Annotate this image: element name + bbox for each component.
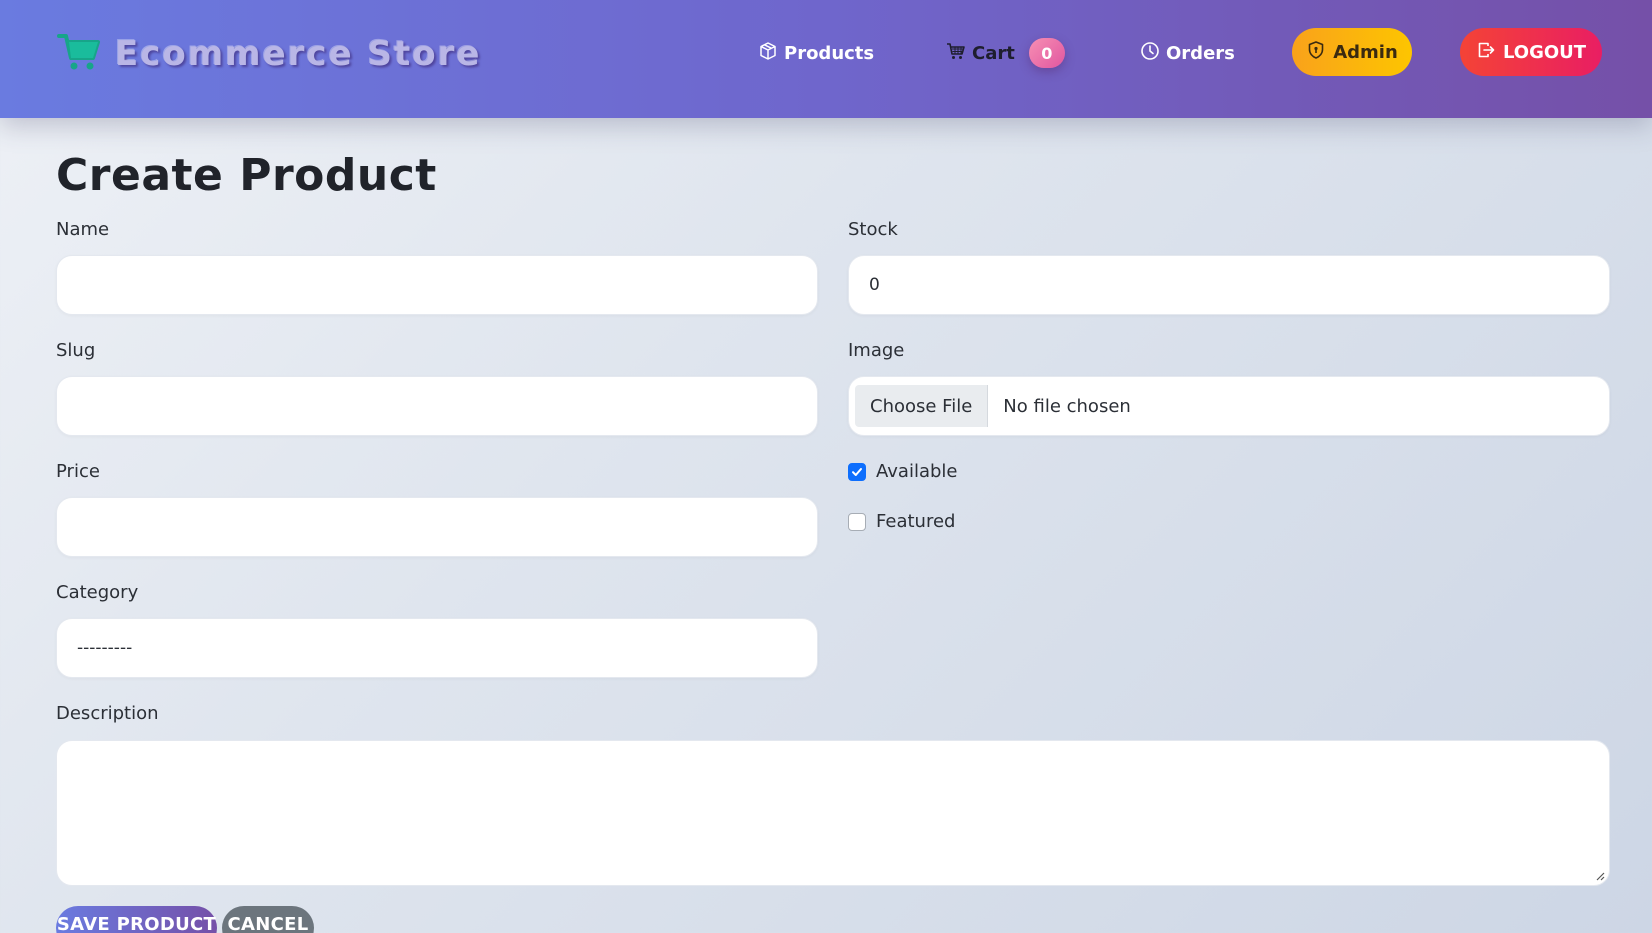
featured-checkbox[interactable] (848, 512, 866, 531)
cancel-button[interactable]: CANCEL (222, 906, 314, 933)
image-label: Image (848, 340, 905, 361)
file-status-text: No file chosen (1003, 395, 1131, 417)
nav-products-label: Products (784, 42, 875, 64)
nav-cart[interactable]: Cart 0 (946, 36, 1065, 70)
featured-label: Featured (876, 511, 956, 532)
brand-link[interactable]: Ecommerce Store (57, 30, 481, 78)
stock-input[interactable]: 0 (848, 255, 1610, 315)
description-textarea[interactable] (56, 740, 1610, 886)
available-label: Available (876, 461, 958, 482)
slug-input[interactable] (56, 376, 818, 436)
name-input[interactable] (56, 255, 818, 315)
cart-count-badge: 0 (1028, 38, 1065, 68)
checkmark-icon (852, 467, 862, 476)
available-checkbox[interactable] (848, 462, 866, 481)
nav-orders[interactable]: Orders (1140, 36, 1235, 70)
save-product-button[interactable]: SAVE PRODUCT (56, 906, 217, 933)
image-file-input[interactable]: Choose File No file chosen (848, 376, 1610, 436)
brand-name: Ecommerce Store (115, 34, 482, 74)
category-selected-value: --------- (77, 638, 133, 658)
stock-label: Stock (848, 219, 898, 240)
logout-icon (1476, 40, 1496, 65)
category-select[interactable]: --------- (56, 618, 818, 678)
admin-button[interactable]: Admin (1292, 28, 1412, 76)
name-label: Name (56, 219, 110, 240)
page-title: Create Product (56, 150, 437, 201)
cart-icon (946, 41, 966, 66)
nav-products[interactable]: Products (758, 36, 874, 70)
resize-grip-icon[interactable] (1595, 871, 1605, 881)
price-input[interactable] (56, 497, 818, 557)
featured-field: Featured (848, 511, 955, 532)
logout-button[interactable]: LOGOUT (1460, 28, 1602, 76)
shopping-cart-icon (57, 32, 101, 76)
available-field: Available (848, 461, 957, 482)
logout-label: LOGOUT (1502, 41, 1587, 63)
clock-icon (1140, 41, 1160, 66)
box-icon (758, 41, 778, 66)
admin-label: Admin (1333, 41, 1398, 63)
nav-orders-label: Orders (1166, 42, 1235, 64)
description-label: Description (56, 703, 159, 724)
shield-icon (1306, 40, 1326, 65)
nav-cart-label: Cart (972, 42, 1015, 64)
choose-file-button[interactable]: Choose File (855, 385, 989, 427)
category-label: Category (56, 582, 139, 603)
slug-label: Slug (56, 340, 96, 361)
price-label: Price (56, 461, 100, 482)
navbar: Ecommerce Store Products Cart 0 Orders A… (0, 0, 1652, 118)
